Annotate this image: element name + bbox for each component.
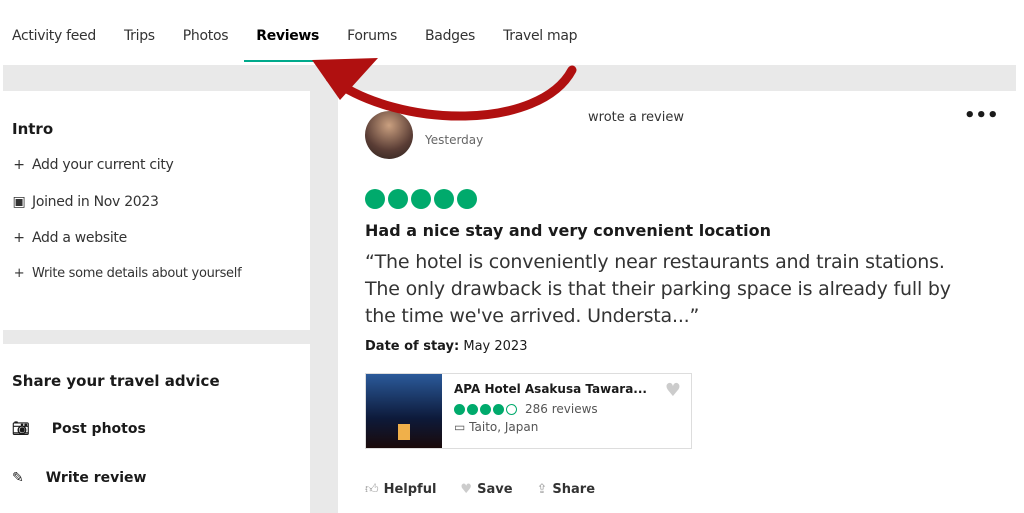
arrow-head — [312, 58, 378, 100]
arrow-curve — [325, 65, 577, 121]
annotation-arrow — [312, 58, 577, 121]
